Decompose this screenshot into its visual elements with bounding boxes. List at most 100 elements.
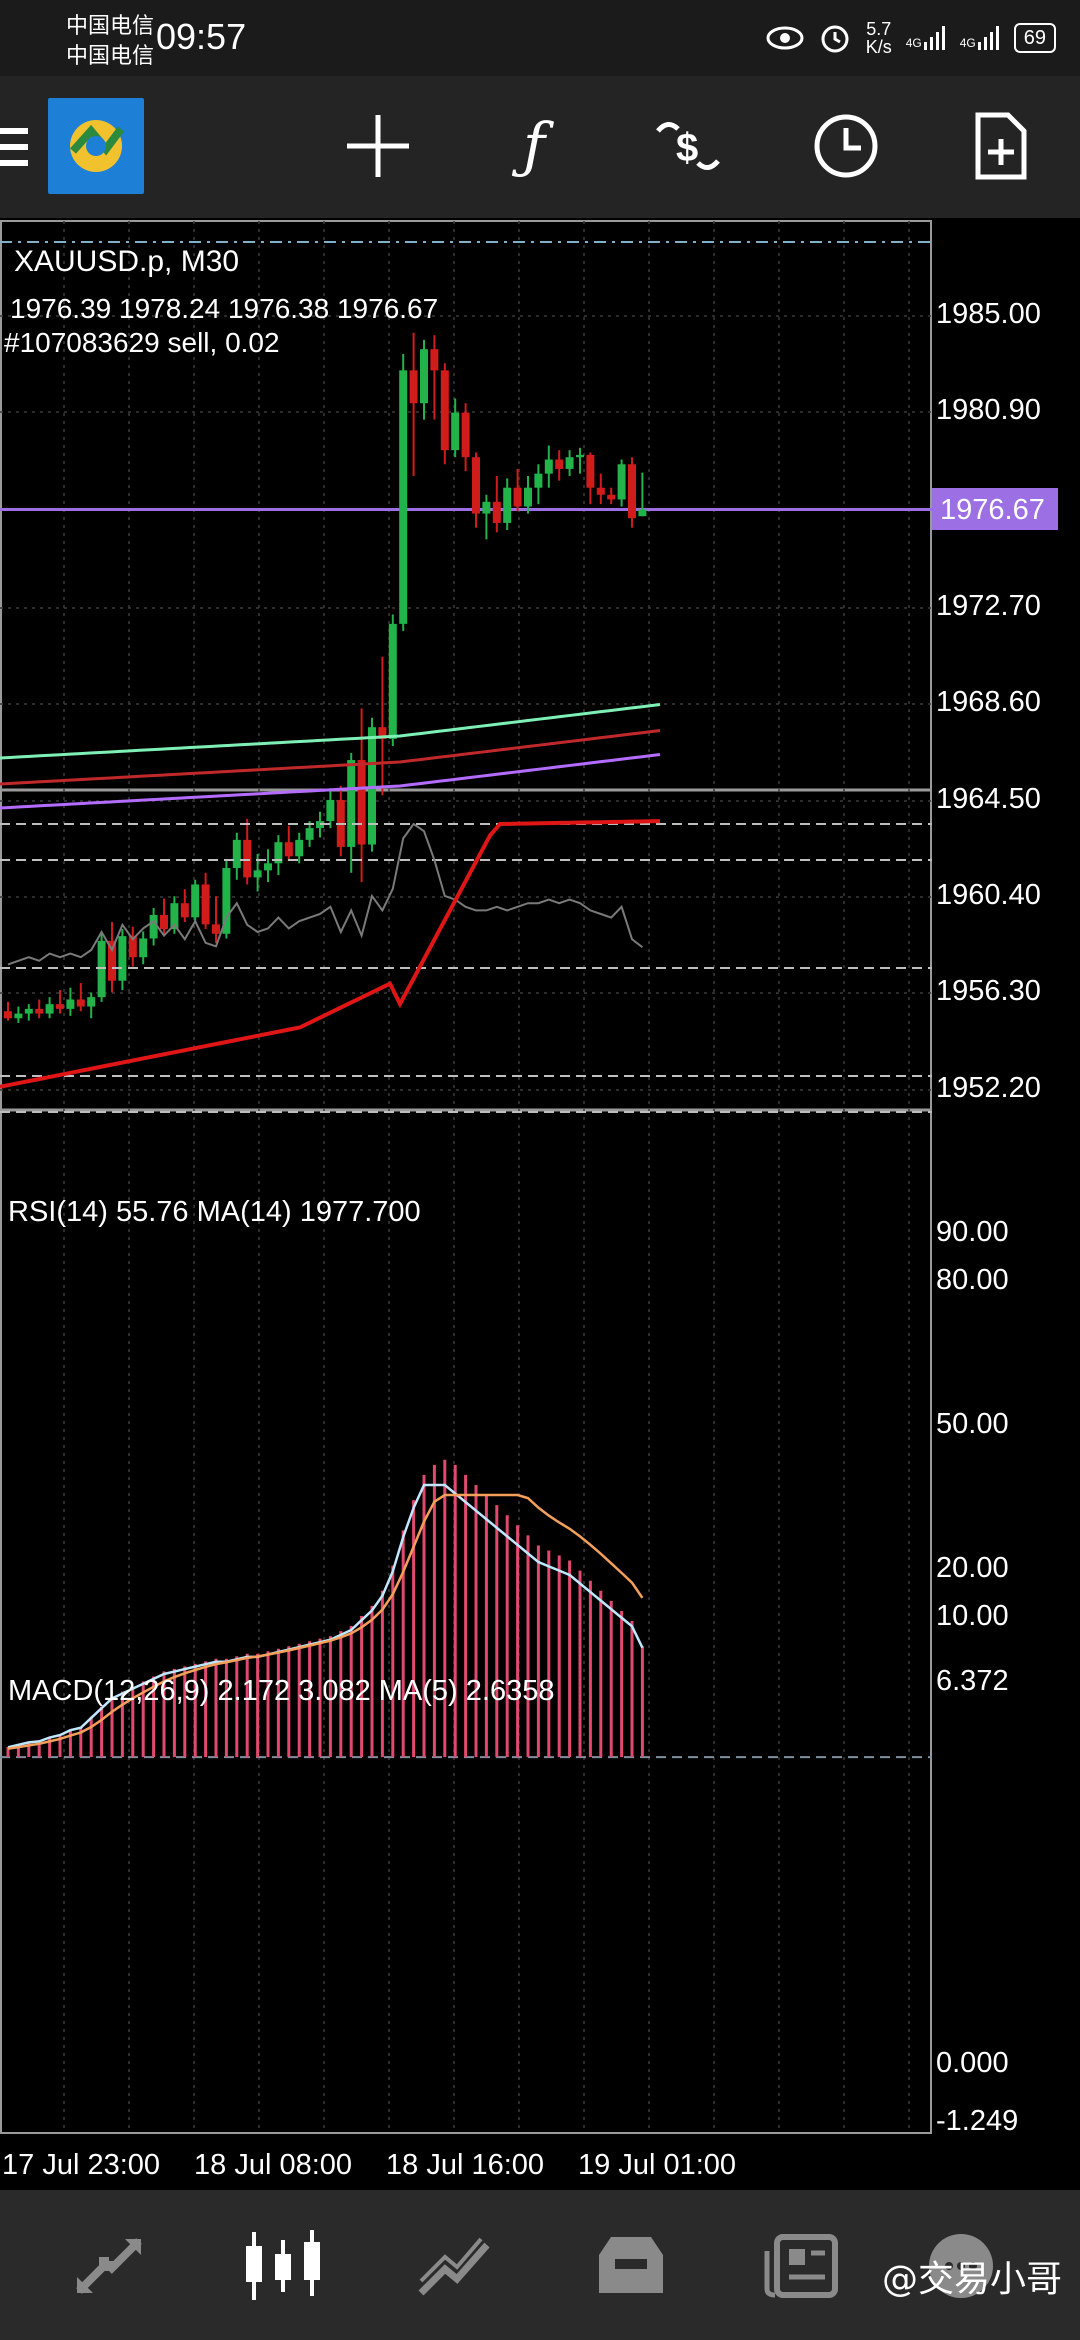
- chart-area[interactable]: XAUUSD.p, M30 1976.39 1978.24 1976.38 19…: [0, 218, 1080, 2190]
- candle-body: [524, 487, 532, 507]
- rsi-tick: 80.00: [936, 1264, 1009, 1296]
- candle-body: [264, 863, 272, 871]
- chart-icon[interactable]: [238, 2226, 328, 2306]
- candle-body: [596, 487, 605, 495]
- candle-body: [586, 454, 595, 488]
- candle-body: [14, 1013, 23, 1019]
- candle-body: [534, 473, 543, 488]
- alarm-icon: [821, 25, 849, 53]
- menu-icon[interactable]: [0, 126, 30, 175]
- candle-body: [87, 997, 96, 1007]
- candle-body: [544, 459, 553, 474]
- candle-body: [243, 839, 252, 878]
- svg-text:$: $: [676, 126, 698, 170]
- battery-icon: 69: [1013, 23, 1056, 53]
- chart-canvas[interactable]: XAUUSD.p, M30 1976.39 1978.24 1976.38 19…: [0, 218, 1080, 2190]
- watermark: @交易小哥: [881, 2259, 1062, 2300]
- price-panel: [0, 241, 932, 1023]
- candle-body: [628, 464, 636, 519]
- price-tick: 1985.00: [936, 298, 1041, 330]
- eye-icon: [766, 26, 804, 50]
- macd-line: [7, 1483, 644, 1749]
- quotes-icon[interactable]: [64, 2226, 154, 2306]
- trade-icon[interactable]: [410, 2226, 500, 2306]
- period-clock-icon[interactable]: [806, 106, 886, 186]
- candle-body: [118, 936, 127, 981]
- new-order-icon[interactable]: [960, 106, 1040, 186]
- candle-body: [326, 799, 335, 822]
- clock: 09:57: [156, 16, 247, 57]
- macd-tick-bottom: -1.249: [936, 2105, 1018, 2137]
- chart-grid: [0, 220, 932, 2134]
- macd-label: MACD(12,26,9) 2.172 3.082 MA(5) 2.6358: [8, 1675, 554, 1707]
- candle-body: [76, 999, 85, 1007]
- candle-body: [284, 842, 293, 857]
- crosshair-icon[interactable]: [338, 106, 418, 186]
- rsi-tick: 10.00: [936, 1600, 1009, 1632]
- price-tick: 1960.40: [936, 879, 1041, 911]
- candle-body: [139, 938, 148, 958]
- macd-signal-line: [7, 1493, 644, 1750]
- symbol-title: XAUUSD.p, M30: [14, 245, 239, 278]
- history-icon[interactable]: [586, 2226, 676, 2306]
- macd-panel: [0, 1459, 932, 1759]
- candle-body: [368, 727, 376, 845]
- rsi-tick: 20.00: [936, 1552, 1009, 1584]
- price-tick: 1968.60: [936, 686, 1041, 718]
- macd-tick-top: 6.372: [936, 1665, 1009, 1697]
- candle-body: [45, 1004, 54, 1014]
- time-tick: 17 Jul 23:00: [2, 2149, 160, 2181]
- candle-body: [409, 370, 418, 404]
- news-icon[interactable]: [758, 2226, 848, 2306]
- candle-body: [555, 459, 564, 469]
- candle-body: [440, 370, 449, 451]
- candle-body: [565, 457, 574, 469]
- ma-line-1: [0, 703, 661, 760]
- status-icons: 5.7 K/s 4G 4G 69: [766, 12, 1056, 64]
- candle-body: [212, 924, 220, 934]
- candle-body: [347, 760, 356, 847]
- rsi-axis: 90.00 80.00 50.00 20.00 10.00: [936, 1216, 1009, 1632]
- trade-dollar-icon[interactable]: $: [648, 106, 728, 186]
- status-bar: 中国电信 中国电信 09:57 5.7 K/s 4G 4G 69: [0, 0, 1080, 76]
- indicator-f-icon[interactable]: ƒ: [494, 106, 574, 186]
- candle-body: [253, 870, 262, 878]
- candle-body: [503, 487, 512, 523]
- candle-body: [513, 487, 522, 507]
- candle-body: [617, 464, 626, 500]
- candle-body: [201, 884, 210, 925]
- current-price-label: 1976.67: [940, 494, 1045, 526]
- candle-body: [160, 914, 168, 930]
- candle-body: [472, 457, 480, 514]
- candle-body: [295, 839, 304, 857]
- candle-body: [35, 1008, 44, 1014]
- price-axis: 1985.00 1980.90 1972.70 1968.60 1964.50 …: [936, 298, 1041, 1104]
- ohlc-readout: 1976.39 1978.24 1976.38 1976.67: [10, 293, 438, 324]
- candle-body: [461, 412, 470, 458]
- rsi-tick: 90.00: [936, 1216, 1009, 1248]
- candle-body: [24, 1008, 33, 1014]
- chart-toolbar: ƒ $: [0, 76, 1080, 218]
- candle-body: [388, 623, 397, 739]
- candle-body: [430, 349, 439, 371]
- candle-body: [607, 494, 616, 500]
- price-tick: 1964.50: [936, 783, 1041, 815]
- candle-body: [305, 828, 314, 840]
- time-axis: 17 Jul 23:00 18 Jul 08:00 18 Jul 16:00 1…: [2, 2149, 736, 2181]
- price-tick: 1952.20: [936, 1072, 1041, 1104]
- signal-icon-1: 4G: [906, 26, 946, 50]
- candle-body: [56, 1004, 64, 1009]
- time-tick: 18 Jul 16:00: [386, 2149, 544, 2181]
- time-tick: 18 Jul 08:00: [194, 2149, 352, 2181]
- candle-body: [482, 501, 491, 514]
- rsi-tick: 50.00: [936, 1408, 1009, 1440]
- net-speed: 5.7 K/s: [865, 19, 892, 57]
- candle-body: [638, 509, 647, 517]
- metatrader-4-icon[interactable]: [48, 98, 144, 194]
- price-tick: 1980.90: [936, 394, 1041, 426]
- price-tick: 1956.30: [936, 975, 1041, 1007]
- macd-axis: 6.372 0.000 -1.249: [936, 1665, 1018, 2137]
- candle-body: [191, 884, 200, 918]
- rsi-label: RSI(14) 55.76 MA(14) 1977.700: [8, 1196, 421, 1228]
- rsi-panel: [0, 819, 932, 1113]
